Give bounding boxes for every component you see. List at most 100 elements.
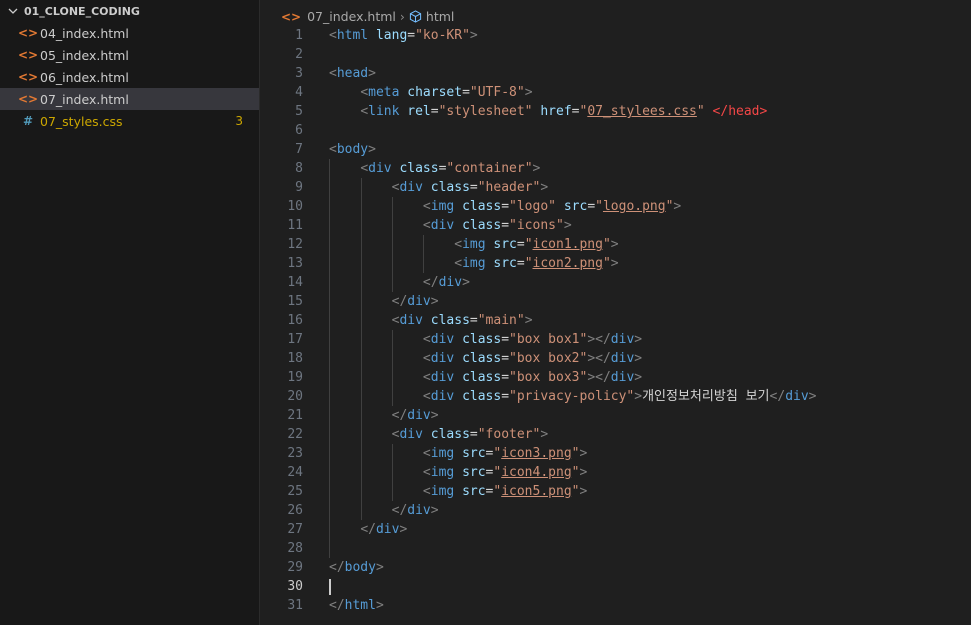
code-line: 7 <body> bbox=[261, 140, 971, 159]
code-line: 25 <img src="icon5.png"> bbox=[261, 482, 971, 501]
line-number: 26 bbox=[287, 503, 303, 518]
code-text: <link rel="stylesheet" href="07_stylees.… bbox=[360, 104, 768, 119]
line-number: 6 bbox=[295, 123, 303, 138]
file-item-04-index[interactable]: <> 04_index.html bbox=[0, 22, 259, 44]
breadcrumb-file[interactable]: 07_index.html bbox=[307, 9, 396, 24]
html-file-icon: <> bbox=[17, 70, 39, 84]
file-name: 07_styles.css bbox=[40, 113, 123, 129]
line-number: 16 bbox=[287, 313, 303, 328]
line-number: 1 bbox=[295, 28, 303, 43]
code-text: </html> bbox=[329, 598, 384, 613]
file-item-07-styles[interactable]: # 07_styles.css 3 bbox=[0, 110, 259, 132]
line-number: 25 bbox=[287, 484, 303, 499]
code-text: <div class="box box2"></div> bbox=[422, 351, 643, 366]
code-line: 3 <head> bbox=[261, 64, 971, 83]
code-line: 18 <div class="box box2"></div> bbox=[261, 349, 971, 368]
code-text: <div class="header"> bbox=[391, 180, 549, 195]
line-number: 10 bbox=[287, 199, 303, 214]
code-line: 5 <link rel="stylesheet" href="07_stylee… bbox=[261, 102, 971, 121]
line-number: 23 bbox=[287, 446, 303, 461]
line-number: 14 bbox=[287, 275, 303, 290]
code-text: <div class="footer"> bbox=[391, 427, 549, 442]
code-line: 2 bbox=[261, 45, 971, 64]
code-line: 27 </div> bbox=[261, 520, 971, 539]
code-line: 9 <div class="header"> bbox=[261, 178, 971, 197]
code-line: 1 <html lang="ko-KR"> bbox=[261, 26, 971, 45]
code-text: <img src="icon4.png"> bbox=[422, 465, 588, 480]
file-name: 07_index.html bbox=[40, 91, 129, 107]
code-text: <img src="icon2.png"> bbox=[454, 256, 619, 271]
line-number: 28 bbox=[287, 541, 303, 556]
code-line: 28 bbox=[261, 539, 971, 558]
folder-header[interactable]: 01_CLONE_CODING bbox=[0, 0, 259, 22]
line-number: 13 bbox=[287, 256, 303, 271]
line-number: 20 bbox=[287, 389, 303, 404]
html-file-icon: <> bbox=[281, 9, 302, 24]
line-number: 11 bbox=[287, 218, 303, 233]
code-text: <head> bbox=[329, 66, 376, 81]
line-number: 19 bbox=[287, 370, 303, 385]
line-number: 9 bbox=[295, 180, 303, 195]
code-line: 29 </body> bbox=[261, 558, 971, 577]
line-number: 17 bbox=[287, 332, 303, 347]
line-number: 5 bbox=[295, 104, 303, 119]
line-number: 12 bbox=[287, 237, 303, 252]
code-line: 4 <meta charset="UTF-8"> bbox=[261, 83, 971, 102]
file-item-06-index[interactable]: <> 06_index.html bbox=[0, 66, 259, 88]
explorer-sidebar: 01_CLONE_CODING <> 04_index.html <> 05_i… bbox=[0, 0, 260, 625]
code-line: 20 <div class="privacy-policy">개인정보처리방침 … bbox=[261, 387, 971, 406]
code-line: 22 <div class="footer"> bbox=[261, 425, 971, 444]
code-text: <meta charset="UTF-8"> bbox=[360, 85, 533, 100]
current-code-line: 30 bbox=[261, 577, 971, 596]
code-text: <img class="logo" src="logo.png"> bbox=[422, 199, 682, 214]
code-line: 15 </div> bbox=[261, 292, 971, 311]
problems-badge: 3 bbox=[235, 114, 243, 128]
line-number: 24 bbox=[287, 465, 303, 480]
code-line: 6 bbox=[261, 121, 971, 140]
code-line: 13 <img src="icon2.png"> bbox=[261, 254, 971, 273]
html-file-icon: <> bbox=[17, 92, 39, 106]
code-text: <div class="main"> bbox=[391, 313, 533, 328]
file-name: 06_index.html bbox=[40, 69, 129, 85]
code-line: 19 <div class="box box3"></div> bbox=[261, 368, 971, 387]
code-line: 10 <img class="logo" src="logo.png"> bbox=[261, 197, 971, 216]
line-number: 7 bbox=[295, 142, 303, 157]
file-item-05-index[interactable]: <> 05_index.html bbox=[0, 44, 259, 66]
line-number: 18 bbox=[287, 351, 303, 366]
code-text: <html lang="ko-KR"> bbox=[329, 28, 478, 43]
code-text: <img src="icon1.png"> bbox=[454, 237, 619, 252]
code-text: <div class="box box3"></div> bbox=[422, 370, 643, 385]
symbol-cube-icon bbox=[409, 10, 422, 23]
code-text: </div> bbox=[422, 275, 470, 290]
code-line: 16 <div class="main"> bbox=[261, 311, 971, 330]
file-item-07-index[interactable]: <> 07_index.html bbox=[0, 88, 259, 110]
text-cursor bbox=[329, 579, 331, 595]
code-text: <body> bbox=[329, 142, 376, 157]
code-text: <div class="privacy-policy">개인정보처리방침 보기<… bbox=[422, 389, 817, 404]
line-number: 15 bbox=[287, 294, 303, 309]
code-text: <div class="box box1"></div> bbox=[422, 332, 643, 347]
file-name: 05_index.html bbox=[40, 47, 129, 63]
folder-name: 01_CLONE_CODING bbox=[24, 4, 140, 18]
line-number: 27 bbox=[287, 522, 303, 537]
code-line: 23 <img src="icon3.png"> bbox=[261, 444, 971, 463]
breadcrumb-symbol[interactable]: html bbox=[426, 9, 454, 24]
code-line: 14 </div> bbox=[261, 273, 971, 292]
line-number: 21 bbox=[287, 408, 303, 423]
code-text: </body> bbox=[329, 560, 384, 575]
line-number: 8 bbox=[295, 161, 303, 176]
line-number: 2 bbox=[295, 47, 303, 62]
line-number: 30 bbox=[287, 579, 303, 594]
code-line: 26 </div> bbox=[261, 501, 971, 520]
code-text: <div class="icons"> bbox=[422, 218, 572, 233]
line-number: 29 bbox=[287, 560, 303, 575]
code-line: 21 </div> bbox=[261, 406, 971, 425]
file-name: 04_index.html bbox=[40, 25, 129, 41]
line-number: 3 bbox=[295, 66, 303, 81]
code-text: <img src="icon3.png"> bbox=[422, 446, 588, 461]
line-number: 31 bbox=[287, 598, 303, 613]
code-text: <div class="container"> bbox=[360, 161, 541, 176]
code-editor[interactable]: 1 <html lang="ko-KR"> 2 3 <head> 4 <meta c… bbox=[261, 26, 971, 625]
code-line: 12 <img src="icon1.png"> bbox=[261, 235, 971, 254]
code-line: 17 <div class="box box1"></div> bbox=[261, 330, 971, 349]
